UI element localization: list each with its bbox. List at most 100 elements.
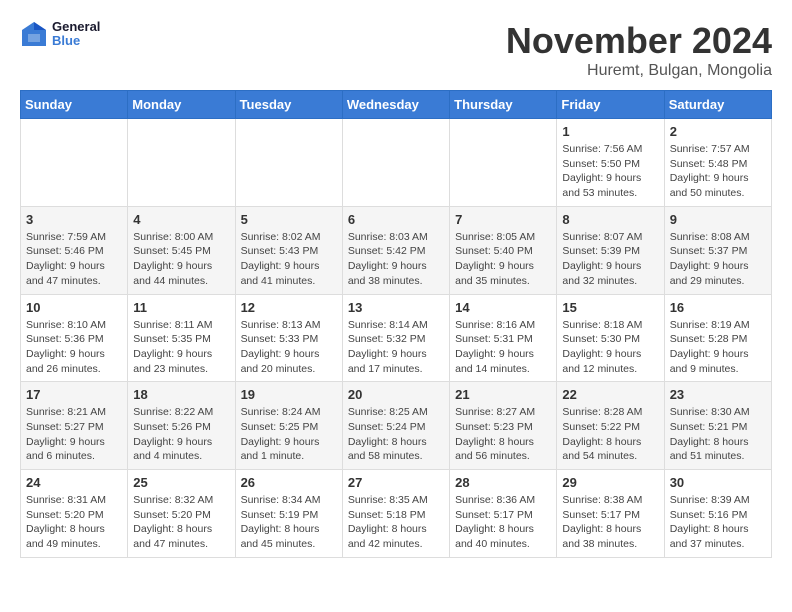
calendar-week-row: 10 Sunrise: 8:10 AM Sunset: 5:36 PM Dayli… [21,294,772,382]
calendar-week-row: 1 Sunrise: 7:56 AM Sunset: 5:50 PM Daylig… [21,119,772,207]
day-info: Sunrise: 8:35 AM Sunset: 5:18 PM Dayligh… [348,493,444,552]
calendar-cell: 4 Sunrise: 8:00 AM Sunset: 5:45 PM Daylig… [128,206,235,294]
day-number: 6 [348,212,444,227]
day-info: Sunrise: 8:39 AM Sunset: 5:16 PM Dayligh… [670,493,766,552]
calendar-cell [450,119,557,207]
day-number: 21 [455,387,551,402]
calendar-cell: 1 Sunrise: 7:56 AM Sunset: 5:50 PM Daylig… [557,119,664,207]
logo: General Blue [20,20,100,49]
day-number: 22 [562,387,658,402]
weekday-header-row: SundayMondayTuesdayWednesdayThursdayFrid… [21,91,772,119]
calendar-cell: 15 Sunrise: 8:18 AM Sunset: 5:30 PM Dayli… [557,294,664,382]
day-info: Sunrise: 8:05 AM Sunset: 5:40 PM Dayligh… [455,230,551,289]
day-number: 14 [455,300,551,315]
calendar-cell: 8 Sunrise: 8:07 AM Sunset: 5:39 PM Daylig… [557,206,664,294]
day-number: 8 [562,212,658,227]
calendar-cell: 12 Sunrise: 8:13 AM Sunset: 5:33 PM Dayli… [235,294,342,382]
day-number: 25 [133,475,229,490]
day-info: Sunrise: 8:22 AM Sunset: 5:26 PM Dayligh… [133,405,229,464]
calendar-cell: 5 Sunrise: 8:02 AM Sunset: 5:43 PM Daylig… [235,206,342,294]
location-subtitle: Huremt, Bulgan, Mongolia [506,62,772,80]
day-number: 1 [562,124,658,139]
day-number: 18 [133,387,229,402]
day-info: Sunrise: 7:56 AM Sunset: 5:50 PM Dayligh… [562,142,658,201]
day-number: 16 [670,300,766,315]
calendar-cell: 24Sunrise: 8:31 AM Sunset: 5:20 PM Dayli… [21,470,128,558]
day-info: Sunrise: 8:18 AM Sunset: 5:30 PM Dayligh… [562,318,658,377]
day-info: Sunrise: 8:16 AM Sunset: 5:31 PM Dayligh… [455,318,551,377]
weekday-header: Sunday [21,91,128,119]
calendar-cell: 10 Sunrise: 8:10 AM Sunset: 5:36 PM Dayli… [21,294,128,382]
day-info: Sunrise: 8:03 AM Sunset: 5:42 PM Dayligh… [348,230,444,289]
day-number: 4 [133,212,229,227]
calendar-cell: 22 Sunrise: 8:28 AM Sunset: 5:22 PM Dayli… [557,382,664,470]
day-info: Sunrise: 8:28 AM Sunset: 5:22 PM Dayligh… [562,405,658,464]
day-info: Sunrise: 8:14 AM Sunset: 5:32 PM Dayligh… [348,318,444,377]
calendar-cell: 29 Sunrise: 8:38 AM Sunset: 5:17 PM Dayli… [557,470,664,558]
day-info: Sunrise: 7:59 AM Sunset: 5:46 PM Dayligh… [26,230,122,289]
calendar-week-row: 24Sunrise: 8:31 AM Sunset: 5:20 PM Dayli… [21,470,772,558]
logo-text: General Blue [52,20,100,49]
logo-icon [20,20,48,48]
day-number: 7 [455,212,551,227]
calendar-cell: 3Sunrise: 7:59 AM Sunset: 5:46 PM Daylig… [21,206,128,294]
calendar-week-row: 3Sunrise: 7:59 AM Sunset: 5:46 PM Daylig… [21,206,772,294]
calendar-cell: 30 Sunrise: 8:39 AM Sunset: 5:16 PM Dayli… [664,470,771,558]
day-number: 5 [241,212,337,227]
day-number: 29 [562,475,658,490]
day-number: 9 [670,212,766,227]
day-info: Sunrise: 8:02 AM Sunset: 5:43 PM Dayligh… [241,230,337,289]
day-number: 19 [241,387,337,402]
title-block: November 2024 Huremt, Bulgan, Mongolia [506,20,772,80]
calendar-cell: 9 Sunrise: 8:08 AM Sunset: 5:37 PM Daylig… [664,206,771,294]
day-number: 11 [133,300,229,315]
calendar-table: SundayMondayTuesdayWednesdayThursdayFrid… [20,90,772,558]
weekday-header: Wednesday [342,91,449,119]
day-info: Sunrise: 8:07 AM Sunset: 5:39 PM Dayligh… [562,230,658,289]
day-number: 2 [670,124,766,139]
calendar-cell: 20 Sunrise: 8:25 AM Sunset: 5:24 PM Dayli… [342,382,449,470]
calendar-cell: 26 Sunrise: 8:34 AM Sunset: 5:19 PM Dayli… [235,470,342,558]
day-number: 15 [562,300,658,315]
weekday-header: Saturday [664,91,771,119]
day-info: Sunrise: 8:00 AM Sunset: 5:45 PM Dayligh… [133,230,229,289]
day-info: Sunrise: 8:21 AM Sunset: 5:27 PM Dayligh… [26,405,122,464]
calendar-cell: 28Sunrise: 8:36 AM Sunset: 5:17 PM Dayli… [450,470,557,558]
day-number: 12 [241,300,337,315]
day-number: 26 [241,475,337,490]
calendar-cell: 25Sunrise: 8:32 AM Sunset: 5:20 PM Dayli… [128,470,235,558]
calendar-cell: 7 Sunrise: 8:05 AM Sunset: 5:40 PM Daylig… [450,206,557,294]
calendar-cell: 16 Sunrise: 8:19 AM Sunset: 5:28 PM Dayli… [664,294,771,382]
calendar-cell [21,119,128,207]
calendar-cell: 2 Sunrise: 7:57 AM Sunset: 5:48 PM Daylig… [664,119,771,207]
calendar-cell [128,119,235,207]
day-info: Sunrise: 8:30 AM Sunset: 5:21 PM Dayligh… [670,405,766,464]
weekday-header: Tuesday [235,91,342,119]
calendar-cell: 18 Sunrise: 8:22 AM Sunset: 5:26 PM Dayli… [128,382,235,470]
calendar-week-row: 17 Sunrise: 8:21 AM Sunset: 5:27 PM Dayli… [21,382,772,470]
day-number: 20 [348,387,444,402]
day-number: 30 [670,475,766,490]
day-number: 24 [26,475,122,490]
day-number: 17 [26,387,122,402]
day-info: Sunrise: 8:34 AM Sunset: 5:19 PM Dayligh… [241,493,337,552]
day-info: Sunrise: 8:38 AM Sunset: 5:17 PM Dayligh… [562,493,658,552]
day-info: Sunrise: 8:25 AM Sunset: 5:24 PM Dayligh… [348,405,444,464]
day-number: 27 [348,475,444,490]
calendar-cell: 14 Sunrise: 8:16 AM Sunset: 5:31 PM Dayli… [450,294,557,382]
day-number: 10 [26,300,122,315]
calendar-cell [235,119,342,207]
day-info: Sunrise: 8:27 AM Sunset: 5:23 PM Dayligh… [455,405,551,464]
day-info: Sunrise: 8:19 AM Sunset: 5:28 PM Dayligh… [670,318,766,377]
calendar-cell: 11Sunrise: 8:11 AM Sunset: 5:35 PM Dayli… [128,294,235,382]
day-info: Sunrise: 7:57 AM Sunset: 5:48 PM Dayligh… [670,142,766,201]
day-info: Sunrise: 8:10 AM Sunset: 5:36 PM Dayligh… [26,318,122,377]
calendar-cell: 17 Sunrise: 8:21 AM Sunset: 5:27 PM Dayli… [21,382,128,470]
day-number: 23 [670,387,766,402]
calendar-cell [342,119,449,207]
day-info: Sunrise: 8:13 AM Sunset: 5:33 PM Dayligh… [241,318,337,377]
day-info: Sunrise: 8:08 AM Sunset: 5:37 PM Dayligh… [670,230,766,289]
calendar-cell: 19Sunrise: 8:24 AM Sunset: 5:25 PM Dayli… [235,382,342,470]
weekday-header: Monday [128,91,235,119]
month-title: November 2024 [506,20,772,62]
